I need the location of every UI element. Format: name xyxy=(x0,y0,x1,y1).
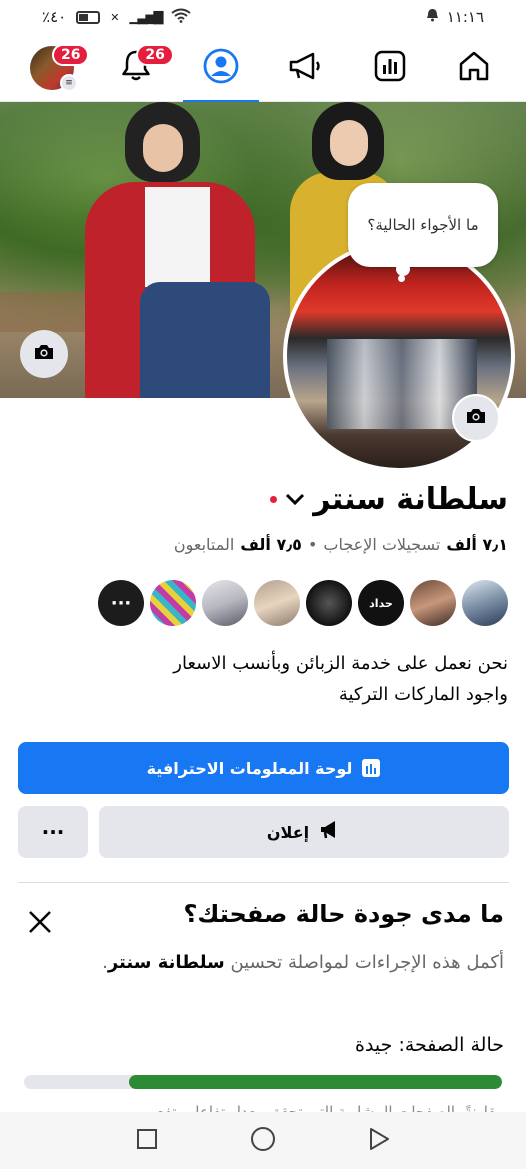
home-icon xyxy=(457,49,491,87)
mood-bubble-text: ما الأجواء الحالية؟ xyxy=(367,216,479,234)
edit-profile-picture-button[interactable] xyxy=(452,394,500,442)
cover-figure-shirt xyxy=(145,187,210,287)
close-icon xyxy=(27,909,53,939)
notification-dot xyxy=(270,496,278,503)
cover-figure-jeans xyxy=(140,282,270,398)
quality-desc-prefix: أكمل هذه الإجراءات لمواصلة تحسين xyxy=(230,952,504,973)
back-button[interactable] xyxy=(365,1127,393,1155)
quality-card-footnote: مقارنةً بالصفحات المشابهة التي تحقق معدل… xyxy=(156,1103,504,1112)
chevron-down-icon[interactable] xyxy=(285,487,305,512)
clock: ١١:١٦ xyxy=(446,8,484,26)
camera-icon xyxy=(465,407,487,429)
dashboard-icon xyxy=(362,759,381,777)
no-sim-icon: ✕ xyxy=(110,10,120,24)
bio-line: نحن نعمل على خدمة الزبائن وبأنسب الاسعار xyxy=(173,653,508,674)
bubble-tail-dot xyxy=(396,262,410,276)
battery-text: ٪٤٠ xyxy=(42,8,67,26)
page-status: حالة الصفحة: جيدة xyxy=(355,1034,504,1056)
page-bio: نحن نعمل على خدمة الزبائن وبأنسب الاسعار… xyxy=(18,648,508,710)
page-status-label: حالة الصفحة: xyxy=(398,1034,504,1056)
edit-cover-button[interactable] xyxy=(20,330,68,378)
quality-card-title: ما مدى جودة حالة صفحتك؟ xyxy=(183,900,504,928)
more-label: ··· xyxy=(41,820,65,844)
battery-icon xyxy=(76,10,101,24)
follower-avatar[interactable] xyxy=(202,580,248,626)
quality-card-description: أكمل هذه الإجراءات لمواصلة تحسين سلطانة … xyxy=(34,945,504,981)
stats-separator: • xyxy=(307,535,318,554)
follower-avatar[interactable] xyxy=(410,580,456,626)
followers-count: ٧٫٥ ألف xyxy=(240,535,302,554)
nav-ads[interactable] xyxy=(275,34,335,102)
more-options-button[interactable]: ··· xyxy=(18,806,88,858)
circle-icon xyxy=(250,1126,276,1156)
camera-icon xyxy=(33,343,55,365)
nav-profile[interactable] xyxy=(182,34,259,103)
professional-dashboard-button[interactable]: لوحة المعلومات الاحترافية xyxy=(18,742,509,794)
quality-desc-page-name: سلطانة سنتر xyxy=(107,952,225,973)
nav-insights[interactable] xyxy=(360,34,420,102)
profile-badge: 26 xyxy=(52,43,90,66)
recents-button[interactable] xyxy=(133,1127,161,1155)
signal-icon: ▁▃▅▇ xyxy=(129,9,163,25)
megaphone-icon xyxy=(287,50,323,86)
advertise-label: إعلان xyxy=(266,822,310,842)
nav-account-switcher[interactable]: ≡ 26 xyxy=(22,34,90,102)
top-navigation: ≡ 26 26 xyxy=(0,34,526,103)
follower-avatar[interactable] xyxy=(462,580,508,626)
likes-label[interactable]: تسجيلات الإعجاب xyxy=(323,535,440,554)
follower-avatars: حداد ··· xyxy=(98,580,508,626)
menu-icon: ≡ xyxy=(60,73,78,92)
follower-avatar[interactable] xyxy=(254,580,300,626)
likes-count: ٧٫١ ألف xyxy=(446,535,508,554)
follower-avatar[interactable]: حداد xyxy=(358,580,404,626)
bio-line: واجود الماركات التركية xyxy=(338,684,508,705)
triangle-back-icon xyxy=(368,1127,390,1155)
mood-bubble[interactable]: ما الأجواء الحالية؟ xyxy=(348,183,498,267)
square-icon xyxy=(136,1128,158,1154)
follower-avatar-text: حداد xyxy=(369,596,393,610)
notifications-badge: 26 xyxy=(136,43,174,66)
wifi-icon xyxy=(171,8,192,27)
insights-icon xyxy=(373,49,407,87)
page-health-progress-fill xyxy=(129,1075,502,1089)
nav-home[interactable] xyxy=(444,34,504,102)
status-left: ٪٤٠ ✕ ▁▃▅▇ xyxy=(42,8,192,27)
section-divider xyxy=(18,882,509,883)
megaphone-icon xyxy=(319,820,341,844)
alarm-icon xyxy=(426,8,439,26)
cover-figure-face-2 xyxy=(330,120,368,166)
page-health-progress xyxy=(24,1075,502,1089)
cover-figure-face xyxy=(143,124,183,172)
more-followers-button[interactable]: ··· xyxy=(98,580,144,626)
advertise-button[interactable]: إعلان xyxy=(99,806,509,858)
status-bar: ٪٤٠ ✕ ▁▃▅▇ ١١:١٦ xyxy=(0,0,526,34)
status-right: ١١:١٦ xyxy=(426,8,484,26)
nav-notifications[interactable]: 26 xyxy=(106,34,174,102)
close-button[interactable] xyxy=(24,908,56,940)
follower-avatar[interactable] xyxy=(150,580,196,626)
page-name: سلطانة سنتر xyxy=(313,482,508,517)
bubble-tail-dot-small xyxy=(398,275,405,282)
page-title[interactable]: سلطانة سنتر xyxy=(270,482,508,517)
home-system-button[interactable] xyxy=(249,1126,277,1156)
profile-circle-icon xyxy=(203,48,239,88)
system-navigation-bar xyxy=(0,1112,526,1169)
dashboard-label: لوحة المعلومات الاحترافية xyxy=(146,758,353,778)
follower-avatar[interactable] xyxy=(306,580,352,626)
followers-label[interactable]: المتابعون xyxy=(174,535,234,554)
page-status-value: جيدة xyxy=(354,1034,393,1056)
page-stats: ٧٫١ ألف تسجيلات الإعجاب • ٧٫٥ ألف المتاب… xyxy=(174,535,508,554)
